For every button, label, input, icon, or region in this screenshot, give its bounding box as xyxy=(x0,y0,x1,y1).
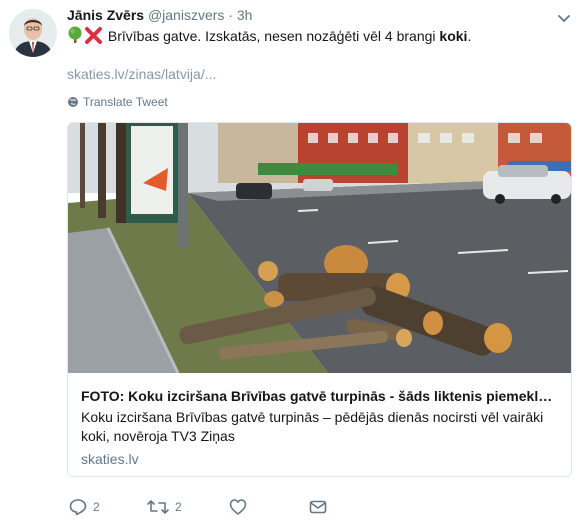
chevron-down-icon[interactable] xyxy=(556,10,572,26)
like-icon xyxy=(229,499,247,515)
translate-tweet-button[interactable]: Translate Tweet xyxy=(67,95,168,109)
tweet-text-body: Brīvības gatve. Izskatās, nesen nozāģēti… xyxy=(107,28,440,44)
card-description: Koku izciršana Brīvības gatvē turpinās –… xyxy=(81,409,544,444)
retweet-button[interactable]: 2 xyxy=(147,498,182,516)
avatar[interactable] xyxy=(9,9,57,57)
retweet-icon xyxy=(147,500,169,514)
card-photo[interactable] xyxy=(68,123,571,373)
card-domain: skaties.lv xyxy=(81,451,139,467)
tweet-text: Brīvības gatve. Izskatās, nesen nozāģēti… xyxy=(67,26,471,49)
separator: · xyxy=(228,7,233,23)
reply-button[interactable]: 2 xyxy=(69,498,100,516)
author-name[interactable]: Jānis Zvērs xyxy=(67,7,144,23)
tweet-text-bold: koki xyxy=(439,28,468,44)
tweet[interactable]: Jānis Zvērs @janiszvers · 3h Brīvības ga… xyxy=(0,0,585,525)
cross-mark-icon xyxy=(85,26,102,49)
card-title[interactable]: FOTO: Koku izciršana Brīvības gatvē turp… xyxy=(81,388,559,404)
reply-icon xyxy=(69,499,87,516)
timestamp[interactable]: 3h xyxy=(237,7,253,23)
retweet-count: 2 xyxy=(175,500,182,514)
like-button[interactable] xyxy=(229,498,253,516)
author-handle[interactable]: @janiszvers xyxy=(148,7,224,23)
dm-button[interactable] xyxy=(309,498,327,516)
globe-icon xyxy=(68,97,78,107)
dm-icon xyxy=(309,500,327,514)
tweet-header: Jānis Zvērs @janiszvers · 3h xyxy=(67,7,252,23)
translate-label: Translate Tweet xyxy=(83,95,168,109)
reply-count: 2 xyxy=(93,500,100,514)
link-card[interactable]: FOTO: Koku izciršana Brīvības gatvē turp… xyxy=(67,122,572,477)
tweet-actions: 2 2 xyxy=(67,498,367,518)
tweet-link[interactable]: skaties.lv/zinas/latvija/... xyxy=(67,66,216,82)
tweet-text-end: . xyxy=(467,28,472,44)
deciduous-tree-icon xyxy=(67,26,83,49)
